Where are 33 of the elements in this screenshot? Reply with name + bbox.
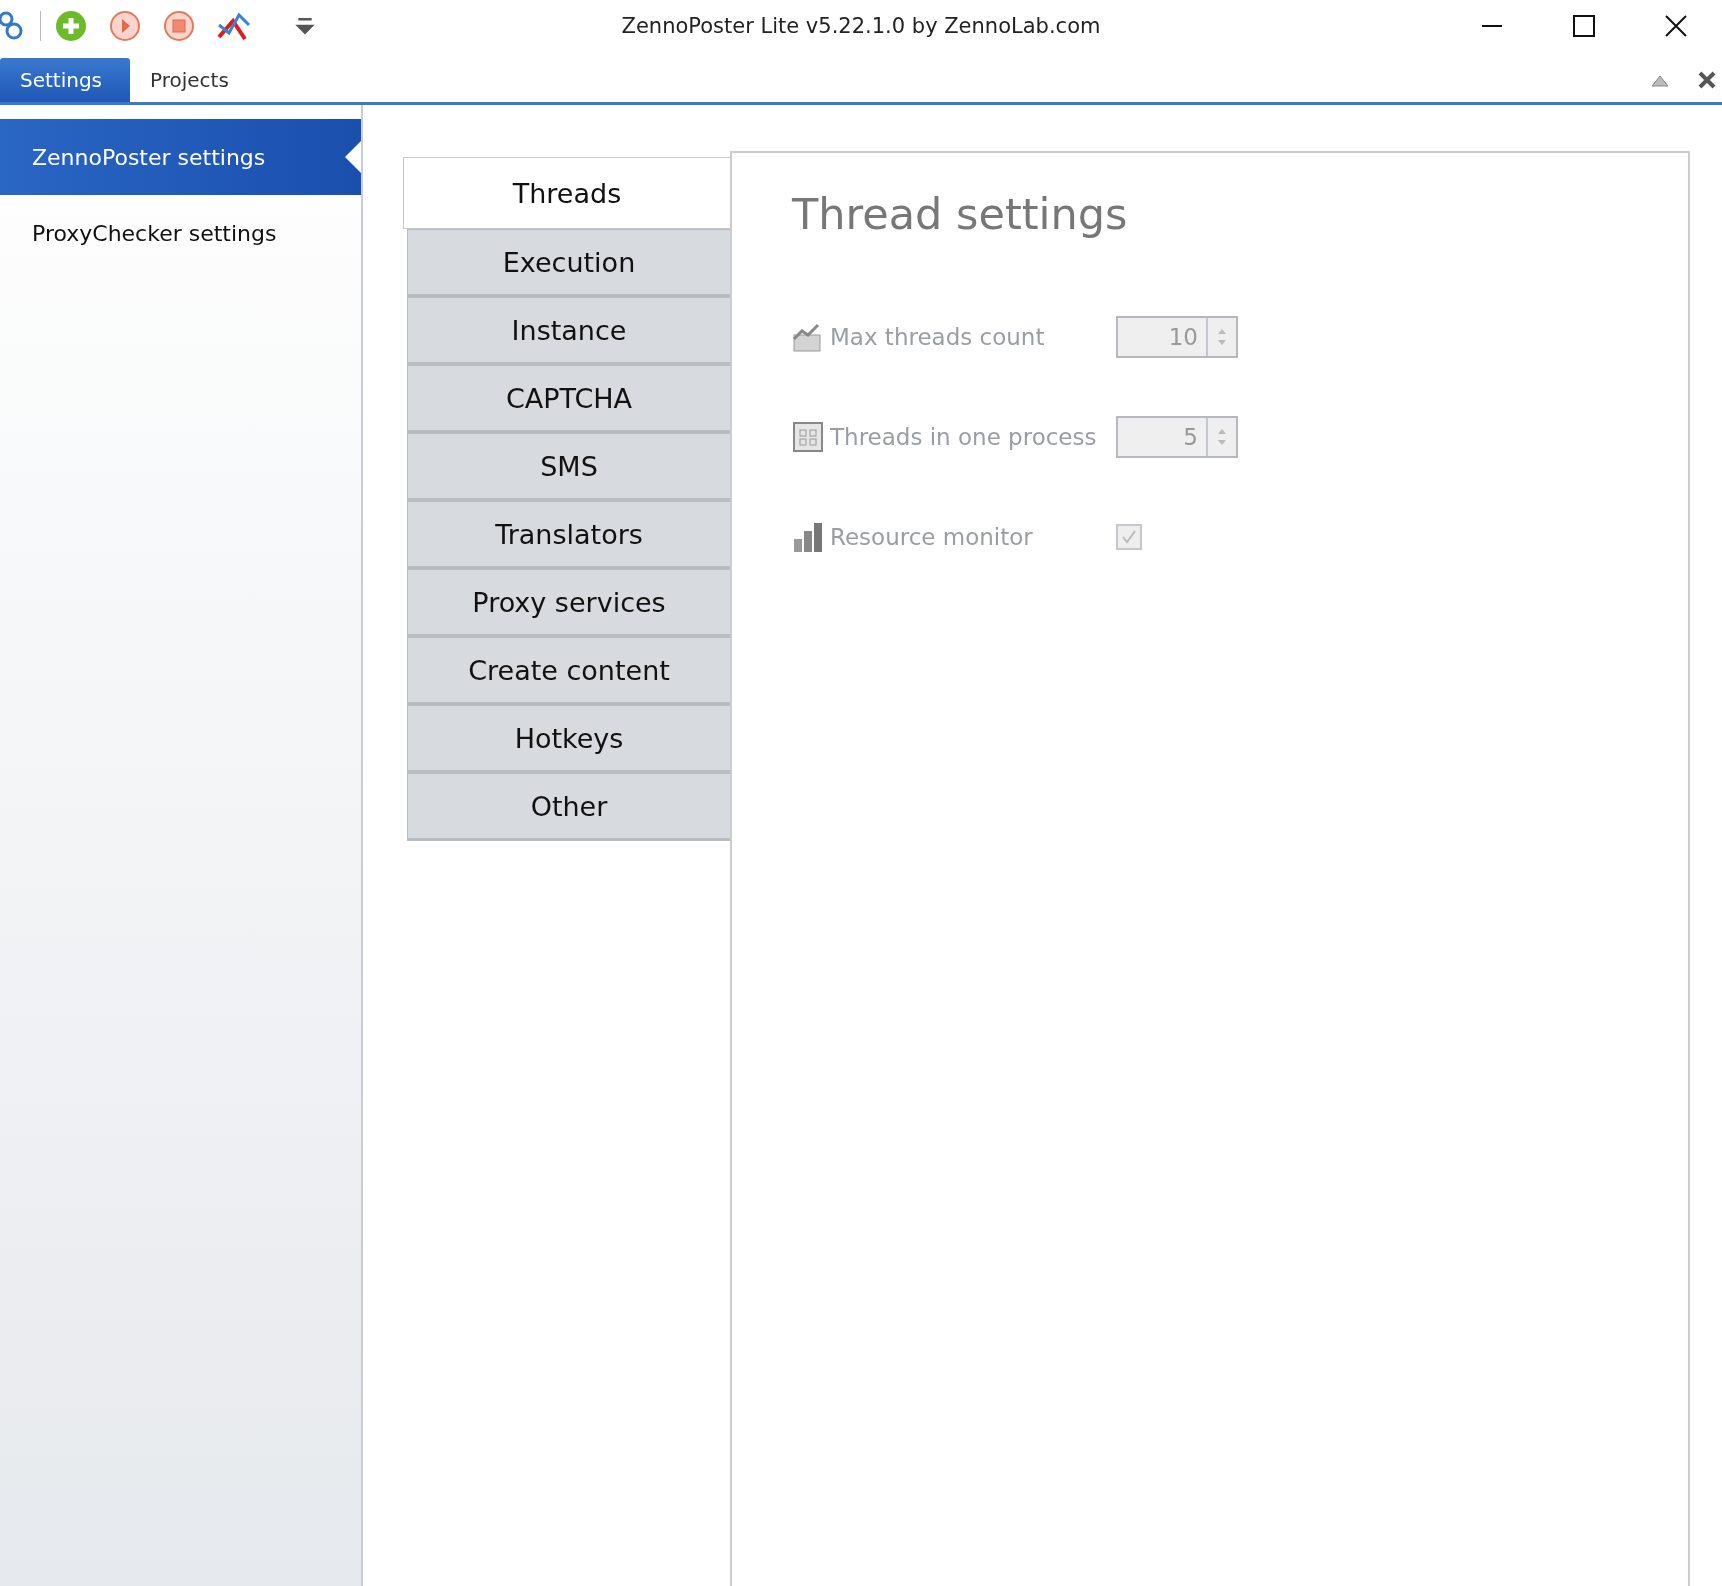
grid-icon bbox=[792, 421, 824, 453]
sidebar-item[interactable]: ZennoPoster settings bbox=[0, 119, 361, 195]
window-title: ZennoPoster Lite v5.22.1.0 by ZennoLab.com bbox=[620, 14, 1102, 38]
maximize-icon bbox=[1573, 15, 1595, 37]
sidebar-item[interactable]: ProxyChecker settings bbox=[0, 195, 361, 271]
field-label: Resource monitor bbox=[830, 524, 1034, 550]
category-tab[interactable]: Hotkeys bbox=[407, 705, 730, 773]
add-icon[interactable] bbox=[55, 10, 87, 42]
category-tab[interactable]: SMS bbox=[407, 433, 730, 501]
chart-icon bbox=[792, 321, 824, 353]
category-tab[interactable]: Execution bbox=[407, 229, 730, 297]
check-icon bbox=[1121, 529, 1137, 545]
notch-icon bbox=[345, 141, 361, 173]
minimize-icon bbox=[1481, 25, 1503, 27]
ribbon-tab[interactable]: Settings bbox=[0, 58, 131, 102]
close-icon bbox=[1665, 15, 1687, 37]
category-tab[interactable]: CAPTCHA bbox=[407, 365, 730, 433]
ribbon-tab[interactable]: Projects bbox=[130, 58, 257, 102]
field-label: Max threads count bbox=[830, 324, 1046, 350]
close-icon[interactable] bbox=[1698, 71, 1716, 89]
category-tab[interactable]: Proxy services bbox=[407, 569, 730, 637]
dropdown-icon[interactable] bbox=[293, 16, 317, 36]
category-tab[interactable]: Instance bbox=[407, 297, 730, 365]
category-tab[interactable]: Create content bbox=[407, 637, 730, 705]
stop-icon[interactable] bbox=[163, 10, 195, 42]
play-icon[interactable] bbox=[109, 10, 141, 42]
field-label: Threads in one process bbox=[830, 424, 1098, 450]
category-tab[interactable]: Threads bbox=[403, 157, 730, 229]
graph-icon[interactable] bbox=[217, 11, 251, 41]
category-tab[interactable]: Other bbox=[407, 773, 730, 841]
panel-title: Thread settings bbox=[792, 189, 1129, 239]
category-tab[interactable]: Translators bbox=[407, 501, 730, 569]
bar-chart-icon bbox=[792, 521, 824, 553]
